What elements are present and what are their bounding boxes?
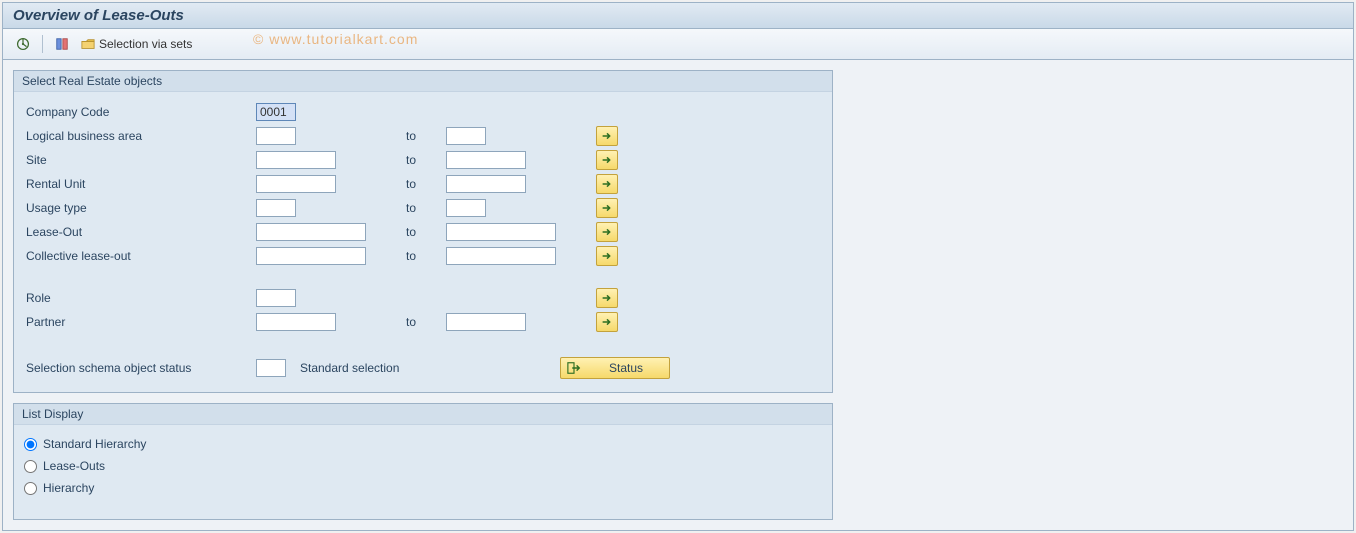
input-company-code[interactable] [256, 103, 296, 121]
multi-select-site[interactable] [596, 150, 618, 170]
to-label: to [406, 177, 446, 191]
row-collective: Collective lease-out to [24, 244, 822, 268]
label-rental-unit: Rental Unit [24, 177, 256, 191]
status-button-label: Status [589, 361, 663, 375]
arrow-right-icon [600, 129, 614, 143]
to-label: to [406, 129, 446, 143]
group-header: Select Real Estate objects [14, 71, 832, 92]
row-partner: Partner to [24, 310, 822, 334]
label-company-code: Company Code [24, 105, 256, 119]
row-company-code: Company Code [24, 100, 822, 124]
input-site-from[interactable] [256, 151, 336, 169]
input-site-to[interactable] [446, 151, 526, 169]
multi-select-collective[interactable] [596, 246, 618, 266]
arrow-right-icon [600, 315, 614, 329]
row-rental-unit: Rental Unit to [24, 172, 822, 196]
multi-select-logical-ba[interactable] [596, 126, 618, 146]
arrow-right-icon [600, 225, 614, 239]
execute-icon [16, 37, 30, 51]
label-logical-ba: Logical business area [24, 129, 256, 143]
select-real-estate-group: Select Real Estate objects Company Code … [13, 70, 833, 393]
arrow-right-icon [600, 177, 614, 191]
row-logical-ba: Logical business area to [24, 124, 822, 148]
input-logical-ba-to[interactable] [446, 127, 486, 145]
label-role: Role [24, 291, 256, 305]
input-collective-to[interactable] [446, 247, 556, 265]
selection-via-sets-button[interactable]: Selection via sets [78, 33, 199, 55]
radio-label: Lease-Outs [43, 459, 105, 473]
page-title: Overview of Lease-Outs [3, 3, 1353, 29]
input-partner-to[interactable] [446, 313, 526, 331]
row-status: Selection schema object status Standard … [24, 356, 822, 380]
arrow-right-icon [600, 291, 614, 305]
to-label: to [406, 201, 446, 215]
arrow-right-icon [600, 201, 614, 215]
label-usage-type: Usage type [24, 201, 256, 215]
to-label: to [406, 249, 446, 263]
radio-standard-hierarchy[interactable]: Standard Hierarchy [24, 433, 822, 455]
input-role[interactable] [256, 289, 296, 307]
input-rental-unit-to[interactable] [446, 175, 526, 193]
radio-label: Hierarchy [43, 481, 94, 495]
list-display-group: List Display Standard Hierarchy Lease-Ou… [13, 403, 833, 520]
radio-label: Standard Hierarchy [43, 437, 146, 451]
arrow-exit-icon [567, 361, 581, 375]
input-usage-type-to[interactable] [446, 199, 486, 217]
execute-button[interactable] [11, 33, 35, 55]
input-rental-unit-from[interactable] [256, 175, 336, 193]
row-lease-out: Lease-Out to [24, 220, 822, 244]
row-role: Role [24, 286, 822, 310]
multi-select-lease-out[interactable] [596, 222, 618, 242]
variant-icon [55, 37, 69, 51]
input-status-schema[interactable] [256, 359, 286, 377]
multi-select-role[interactable] [596, 288, 618, 308]
multi-select-rental-unit[interactable] [596, 174, 618, 194]
radio-input-hierarchy[interactable] [24, 482, 37, 495]
folder-icon [81, 37, 95, 51]
row-usage-type: Usage type to [24, 196, 822, 220]
arrow-right-icon [600, 153, 614, 167]
content-area: Select Real Estate objects Company Code … [3, 60, 1353, 530]
label-collective: Collective lease-out [24, 249, 256, 263]
toolbar-separator [42, 35, 43, 53]
selection-via-sets-label: Selection via sets [99, 37, 192, 51]
toolbar: Selection via sets © www.tutorialkart.co… [3, 29, 1353, 60]
to-label: to [406, 315, 446, 329]
label-site: Site [24, 153, 256, 167]
radio-hierarchy[interactable]: Hierarchy [24, 477, 822, 499]
radio-input-lease-outs[interactable] [24, 460, 37, 473]
radio-input-standard-hierarchy[interactable] [24, 438, 37, 451]
label-standard-selection: Standard selection [300, 361, 560, 375]
label-partner: Partner [24, 315, 256, 329]
radio-lease-outs[interactable]: Lease-Outs [24, 455, 822, 477]
arrow-right-icon [600, 249, 614, 263]
input-lease-out-to[interactable] [446, 223, 556, 241]
input-partner-from[interactable] [256, 313, 336, 331]
multi-select-partner[interactable] [596, 312, 618, 332]
input-lease-out-from[interactable] [256, 223, 366, 241]
input-collective-from[interactable] [256, 247, 366, 265]
input-logical-ba-from[interactable] [256, 127, 296, 145]
input-usage-type-from[interactable] [256, 199, 296, 217]
label-status-schema: Selection schema object status [24, 361, 256, 375]
group-header: List Display [14, 404, 832, 425]
variant-button[interactable] [50, 33, 74, 55]
to-label: to [406, 153, 446, 167]
status-button[interactable]: Status [560, 357, 670, 379]
multi-select-usage-type[interactable] [596, 198, 618, 218]
label-lease-out: Lease-Out [24, 225, 256, 239]
row-site: Site to [24, 148, 822, 172]
to-label: to [406, 225, 446, 239]
watermark-text: © www.tutorialkart.com [253, 31, 418, 47]
